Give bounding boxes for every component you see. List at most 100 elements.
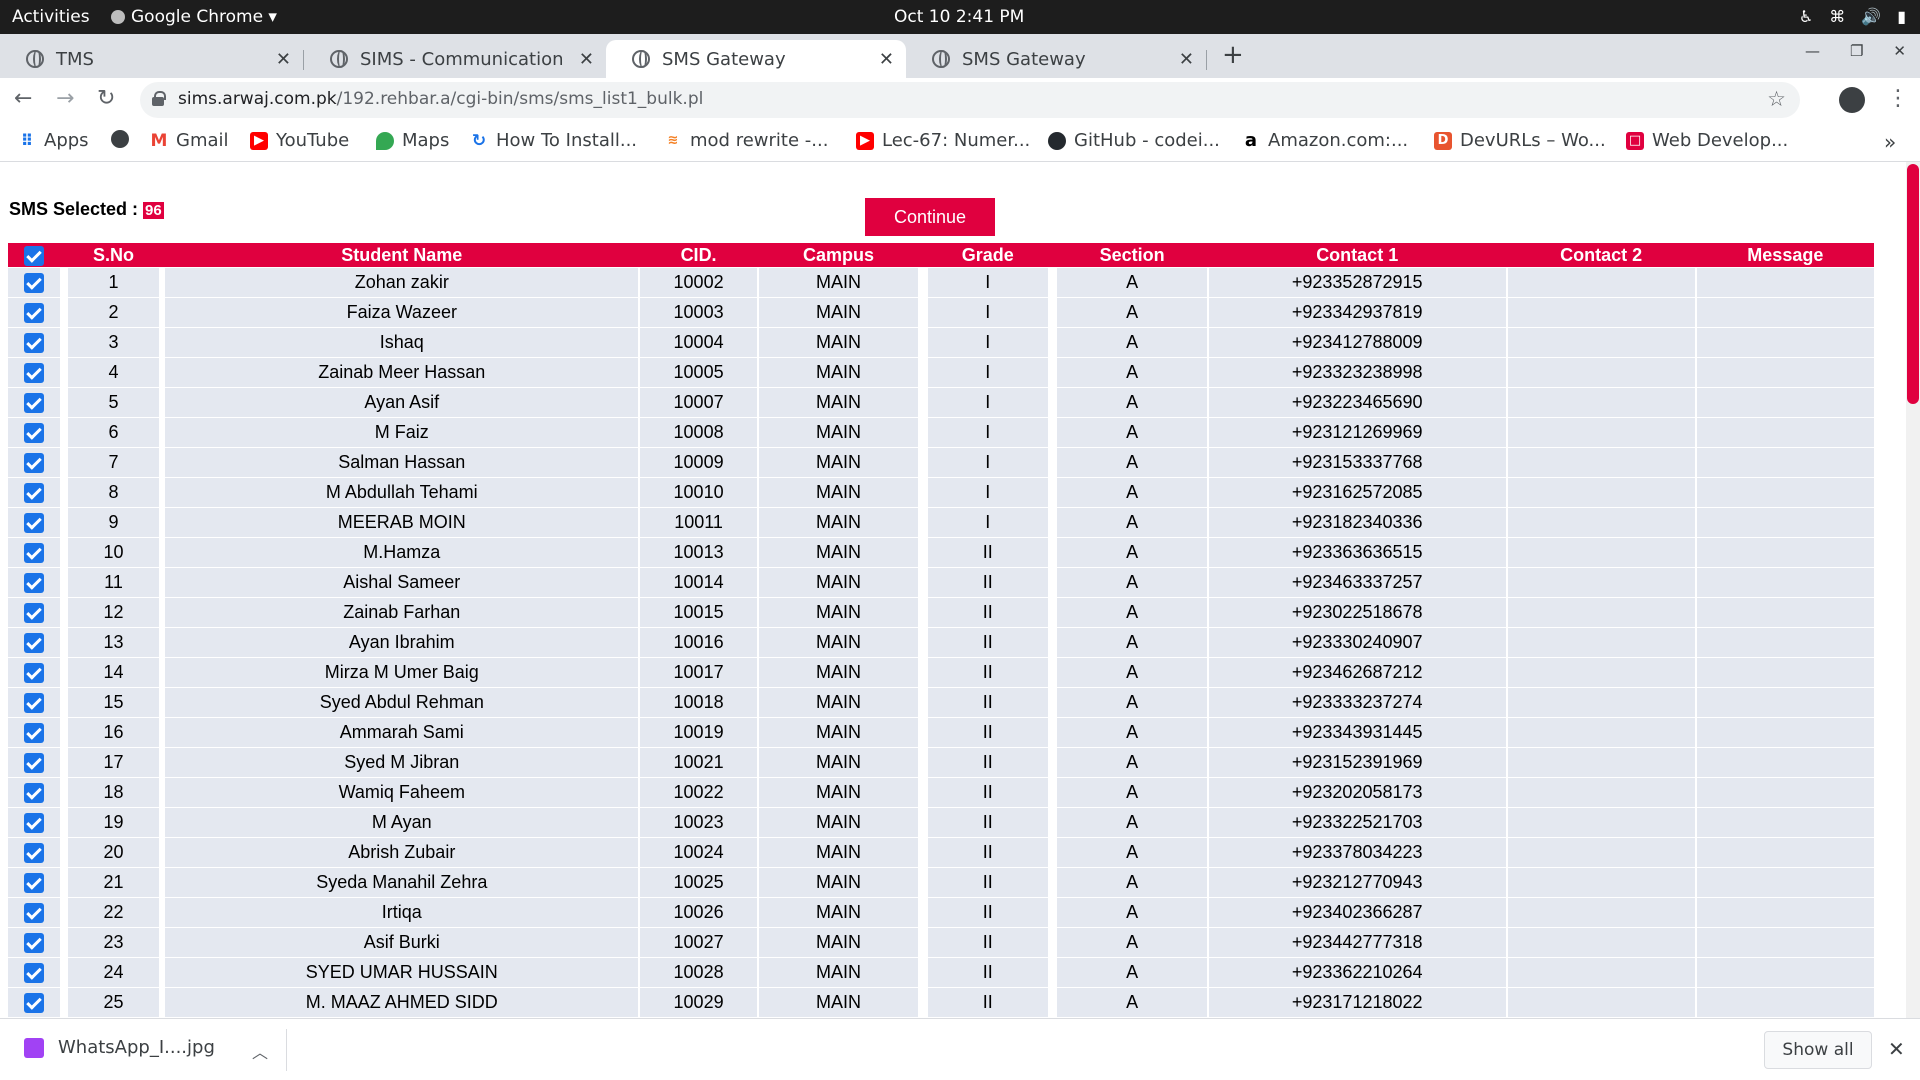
row-checkbox[interactable] — [23, 963, 44, 984]
close-downloads-icon[interactable]: ✕ — [1888, 1037, 1905, 1061]
url-text[interactable]: sims.arwaj.com.pk/192.rehbar.a/cgi-bin/s… — [178, 89, 703, 109]
app-menu[interactable]: Google Chrome ▾ — [111, 7, 277, 27]
row-checkbox[interactable] — [23, 333, 44, 354]
bookmark-gmail[interactable]: M Gmail — [150, 130, 229, 151]
row-select-cell[interactable] — [8, 717, 60, 747]
row-checkbox[interactable] — [23, 723, 44, 744]
row-checkbox[interactable] — [23, 903, 44, 924]
row-checkbox[interactable] — [23, 423, 44, 444]
tab-sms-gateway[interactable]: SMS Gateway ✕ — [906, 40, 1206, 78]
row-select-cell[interactable] — [8, 477, 60, 507]
bookmark-globe[interactable] — [111, 130, 129, 148]
row-select-cell[interactable] — [8, 627, 60, 657]
select-all-checkbox[interactable] — [23, 245, 44, 266]
tab-sms-gateway-active[interactable]: SMS Gateway ✕ — [606, 40, 906, 78]
close-tab-icon[interactable]: ✕ — [276, 49, 291, 70]
select-all-header[interactable] — [8, 243, 60, 267]
close-window-icon[interactable]: ✕ — [1893, 42, 1906, 60]
row-select-cell[interactable] — [8, 447, 60, 477]
system-tray[interactable]: ♿ ⌘ 🔊 ▮ — [1799, 7, 1906, 26]
bookmark-apps[interactable]: ⠿ Apps — [18, 130, 89, 151]
row-checkbox[interactable] — [23, 603, 44, 624]
chevron-up-icon[interactable]: ︿ — [252, 1039, 268, 1063]
volume-icon[interactable]: 🔊 — [1861, 7, 1881, 26]
row-checkbox[interactable] — [23, 453, 44, 474]
page-scrollbar[interactable] — [1906, 162, 1920, 1018]
close-tab-icon[interactable]: ✕ — [579, 49, 594, 70]
row-select-cell[interactable] — [8, 867, 60, 897]
bookmark-amazon[interactable]: a Amazon.com:... — [1242, 130, 1408, 151]
row-select-cell[interactable] — [8, 357, 60, 387]
row-select-cell[interactable] — [8, 837, 60, 867]
scrollbar-thumb[interactable] — [1907, 164, 1919, 404]
row-select-cell[interactable] — [8, 567, 60, 597]
row-select-cell[interactable] — [8, 267, 60, 297]
download-item[interactable]: WhatsApp_I....jpg — [24, 1037, 215, 1058]
close-tab-icon[interactable]: ✕ — [1179, 49, 1194, 70]
row-checkbox[interactable] — [23, 303, 44, 324]
row-checkbox[interactable] — [23, 543, 44, 564]
tab-tms[interactable]: TMS ✕ — [0, 40, 303, 78]
forward-icon[interactable]: → — [56, 86, 74, 111]
bookmark-star-icon[interactable]: ☆ — [1767, 87, 1786, 111]
reload-icon[interactable]: ↻ — [97, 86, 115, 111]
close-tab-icon[interactable]: ✕ — [879, 49, 894, 70]
lock-icon[interactable] — [152, 91, 166, 106]
row-checkbox[interactable] — [23, 393, 44, 414]
row-checkbox[interactable] — [23, 873, 44, 894]
profile-avatar-icon[interactable] — [1839, 87, 1865, 113]
bookmark-web-develop[interactable]: □ Web Develop... — [1626, 130, 1788, 151]
row-select-cell[interactable] — [8, 417, 60, 447]
address-bar[interactable]: sims.arwaj.com.pk/192.rehbar.a/cgi-bin/s… — [140, 82, 1800, 118]
bookmark-github[interactable]: GitHub - codei... — [1048, 130, 1220, 151]
row-select-cell[interactable] — [8, 507, 60, 537]
row-checkbox[interactable] — [23, 483, 44, 504]
activities-button[interactable]: Activities — [12, 7, 90, 27]
bookmark-how-to-install[interactable]: ↻ How To Install... — [470, 130, 637, 151]
bookmark-lec-67[interactable]: ▶ Lec-67: Numer... — [856, 130, 1030, 151]
battery-icon[interactable]: ▮ — [1897, 7, 1906, 26]
row-select-cell[interactable] — [8, 327, 60, 357]
network-icon[interactable]: ⌘ — [1829, 7, 1845, 26]
row-select-cell[interactable] — [8, 657, 60, 687]
row-checkbox[interactable] — [23, 663, 44, 684]
back-icon[interactable]: ← — [14, 86, 32, 111]
row-checkbox[interactable] — [23, 573, 44, 594]
accessibility-icon[interactable]: ♿ — [1799, 7, 1813, 26]
row-select-cell[interactable] — [8, 387, 60, 417]
row-select-cell[interactable] — [8, 687, 60, 717]
row-checkbox[interactable] — [23, 633, 44, 654]
row-checkbox[interactable] — [23, 783, 44, 804]
show-all-button[interactable]: Show all — [1764, 1031, 1872, 1069]
minimize-icon[interactable]: — — [1805, 42, 1820, 60]
row-select-cell[interactable] — [8, 987, 60, 1017]
row-checkbox[interactable] — [23, 693, 44, 714]
row-checkbox[interactable] — [23, 273, 44, 294]
bookmark-youtube[interactable]: ▶ YouTube — [250, 130, 349, 151]
row-select-cell[interactable] — [8, 897, 60, 927]
row-select-cell[interactable] — [8, 957, 60, 987]
continue-button[interactable]: Continue — [865, 198, 995, 236]
row-select-cell[interactable] — [8, 807, 60, 837]
bookmark-maps[interactable]: Maps — [376, 130, 449, 151]
bookmark-devurls[interactable]: D DevURLs – Wo... — [1434, 130, 1606, 151]
row-checkbox[interactable] — [23, 843, 44, 864]
row-checkbox[interactable] — [23, 753, 44, 774]
row-select-cell[interactable] — [8, 537, 60, 567]
tab-sims-communication[interactable]: SIMS - Communication ✕ — [304, 40, 606, 78]
bookmark-mod-rewrite[interactable]: ≋ mod rewrite -... — [664, 130, 829, 151]
chrome-menu-icon[interactable]: ⋮ — [1887, 86, 1909, 111]
clock[interactable]: Oct 10 2:41 PM — [894, 7, 1024, 27]
restore-icon[interactable]: ❐ — [1850, 42, 1863, 60]
more-bookmarks-icon[interactable]: » — [1884, 130, 1896, 154]
row-checkbox[interactable] — [23, 363, 44, 384]
row-select-cell[interactable] — [8, 297, 60, 327]
row-select-cell[interactable] — [8, 597, 60, 627]
row-checkbox[interactable] — [23, 933, 44, 954]
row-checkbox[interactable] — [23, 993, 44, 1014]
row-select-cell[interactable] — [8, 747, 60, 777]
new-tab-icon[interactable]: + — [1222, 40, 1244, 70]
row-checkbox[interactable] — [23, 813, 44, 834]
row-select-cell[interactable] — [8, 927, 60, 957]
row-select-cell[interactable] — [8, 777, 60, 807]
